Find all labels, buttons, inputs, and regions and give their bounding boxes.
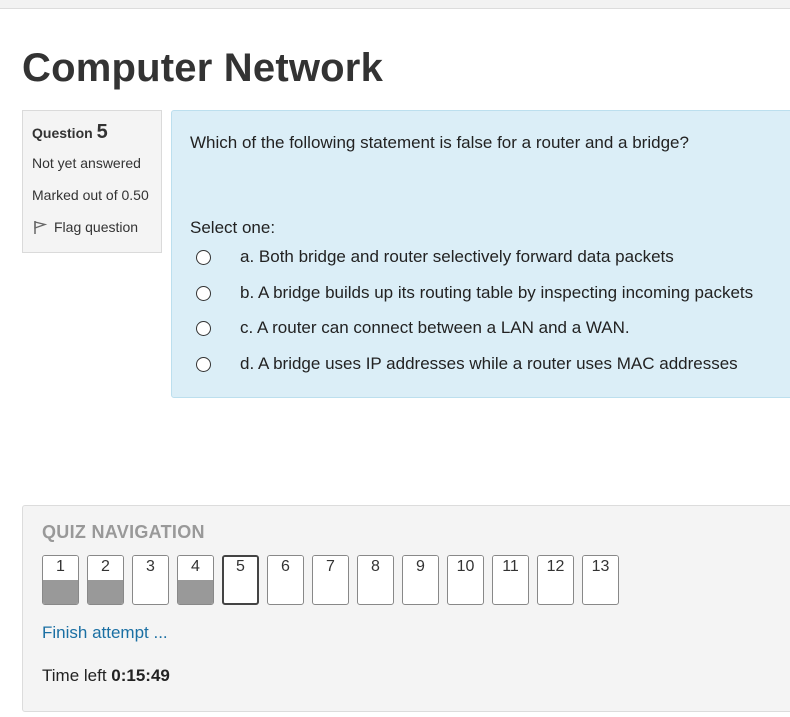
quiz-nav-button-3[interactable]: 3 bbox=[132, 555, 169, 605]
quiz-nav-button-number: 9 bbox=[403, 556, 438, 578]
quiz-nav-button-12[interactable]: 12 bbox=[537, 555, 574, 605]
answer-label-a: a. Both bridge and router selectively fo… bbox=[240, 247, 674, 266]
time-left-value: 0:15:49 bbox=[111, 666, 170, 685]
quiz-nav-button-8[interactable]: 8 bbox=[357, 555, 394, 605]
time-left: Time left 0:15:49 bbox=[42, 666, 170, 686]
quiz-nav-button-number: 4 bbox=[178, 556, 213, 578]
quiz-nav-answered-indicator bbox=[88, 580, 123, 604]
quiz-navigation-panel: QUIZ NAVIGATION 1 2 3 4 5 6 7 8 9 10 11 12 13 Finish… bbox=[22, 505, 790, 712]
page-title: Computer Network bbox=[22, 46, 384, 90]
answer-option-c[interactable]: c. A router can connect between a LAN an… bbox=[196, 316, 630, 340]
quiz-nav-button-6[interactable]: 6 bbox=[267, 555, 304, 605]
quiz-nav-button-2[interactable]: 2 bbox=[87, 555, 124, 605]
answer-radio-c[interactable] bbox=[196, 320, 211, 336]
question-info-panel: Question 5 Not yet answered Marked out o… bbox=[22, 110, 162, 253]
quiz-navigation-title: QUIZ NAVIGATION bbox=[42, 522, 205, 542]
answer-label-b: b. A bridge builds up its routing table … bbox=[240, 283, 754, 302]
time-left-label: Time left bbox=[42, 666, 107, 685]
question-heading: Question 5 bbox=[32, 121, 152, 144]
select-one-prompt: Select one: bbox=[190, 218, 276, 237]
finish-attempt-link[interactable]: Finish attempt ... bbox=[42, 623, 168, 643]
quiz-nav-button-11[interactable]: 11 bbox=[492, 555, 529, 605]
answer-option-d[interactable]: d. A bridge uses IP addresses while a ro… bbox=[196, 352, 738, 376]
answer-radio-a[interactable] bbox=[196, 249, 211, 265]
quiz-nav-button-number: 1 bbox=[43, 556, 78, 578]
quiz-nav-button-4[interactable]: 4 bbox=[177, 555, 214, 605]
flag-icon bbox=[32, 219, 48, 235]
question-content: Which of the following statement is fals… bbox=[171, 110, 790, 398]
quiz-nav-button-number: 7 bbox=[313, 556, 348, 578]
quiz-nav-button-1[interactable]: 1 bbox=[42, 555, 79, 605]
quiz-navigation-buttons: 1 2 3 4 5 6 7 8 9 10 11 12 13 bbox=[42, 555, 619, 605]
question-number: 5 bbox=[96, 121, 108, 143]
quiz-nav-button-number: 10 bbox=[448, 556, 483, 578]
quiz-nav-answered-indicator bbox=[178, 580, 213, 604]
question-label: Question bbox=[32, 125, 93, 141]
flag-question-label: Flag question bbox=[54, 219, 139, 235]
quiz-nav-button-number: 2 bbox=[88, 556, 123, 578]
quiz-nav-button-9[interactable]: 9 bbox=[402, 555, 439, 605]
quiz-nav-button-13[interactable]: 13 bbox=[582, 555, 619, 605]
question-state: Not yet answered bbox=[32, 155, 141, 171]
quiz-nav-button-number: 8 bbox=[358, 556, 393, 578]
quiz-nav-button-number: 3 bbox=[133, 556, 168, 578]
answer-radio-d[interactable] bbox=[196, 356, 211, 372]
flag-question-button[interactable]: Flag question bbox=[32, 219, 152, 235]
quiz-nav-button-number: 12 bbox=[538, 556, 573, 578]
quiz-nav-button-5[interactable]: 5 bbox=[222, 555, 259, 605]
question-text: Which of the following statement is fals… bbox=[190, 133, 689, 152]
quiz-nav-button-number: 6 bbox=[268, 556, 303, 578]
answer-label-d: d. A bridge uses IP addresses while a ro… bbox=[240, 354, 738, 373]
quiz-nav-answered-indicator bbox=[43, 580, 78, 604]
top-bar bbox=[0, 0, 790, 9]
answer-option-a[interactable]: a. Both bridge and router selectively fo… bbox=[196, 245, 674, 269]
answer-option-b[interactable]: b. A bridge builds up its routing table … bbox=[196, 281, 753, 305]
quiz-nav-button-number: 11 bbox=[493, 556, 528, 578]
answer-radio-b[interactable] bbox=[196, 285, 211, 301]
quiz-nav-button-number: 5 bbox=[224, 557, 257, 577]
quiz-nav-button-7[interactable]: 7 bbox=[312, 555, 349, 605]
quiz-nav-button-number: 13 bbox=[583, 556, 618, 578]
question-marks: Marked out of 0.50 bbox=[32, 187, 149, 203]
quiz-nav-button-10[interactable]: 10 bbox=[447, 555, 484, 605]
answer-label-c: c. A router can connect between a LAN an… bbox=[240, 318, 630, 337]
